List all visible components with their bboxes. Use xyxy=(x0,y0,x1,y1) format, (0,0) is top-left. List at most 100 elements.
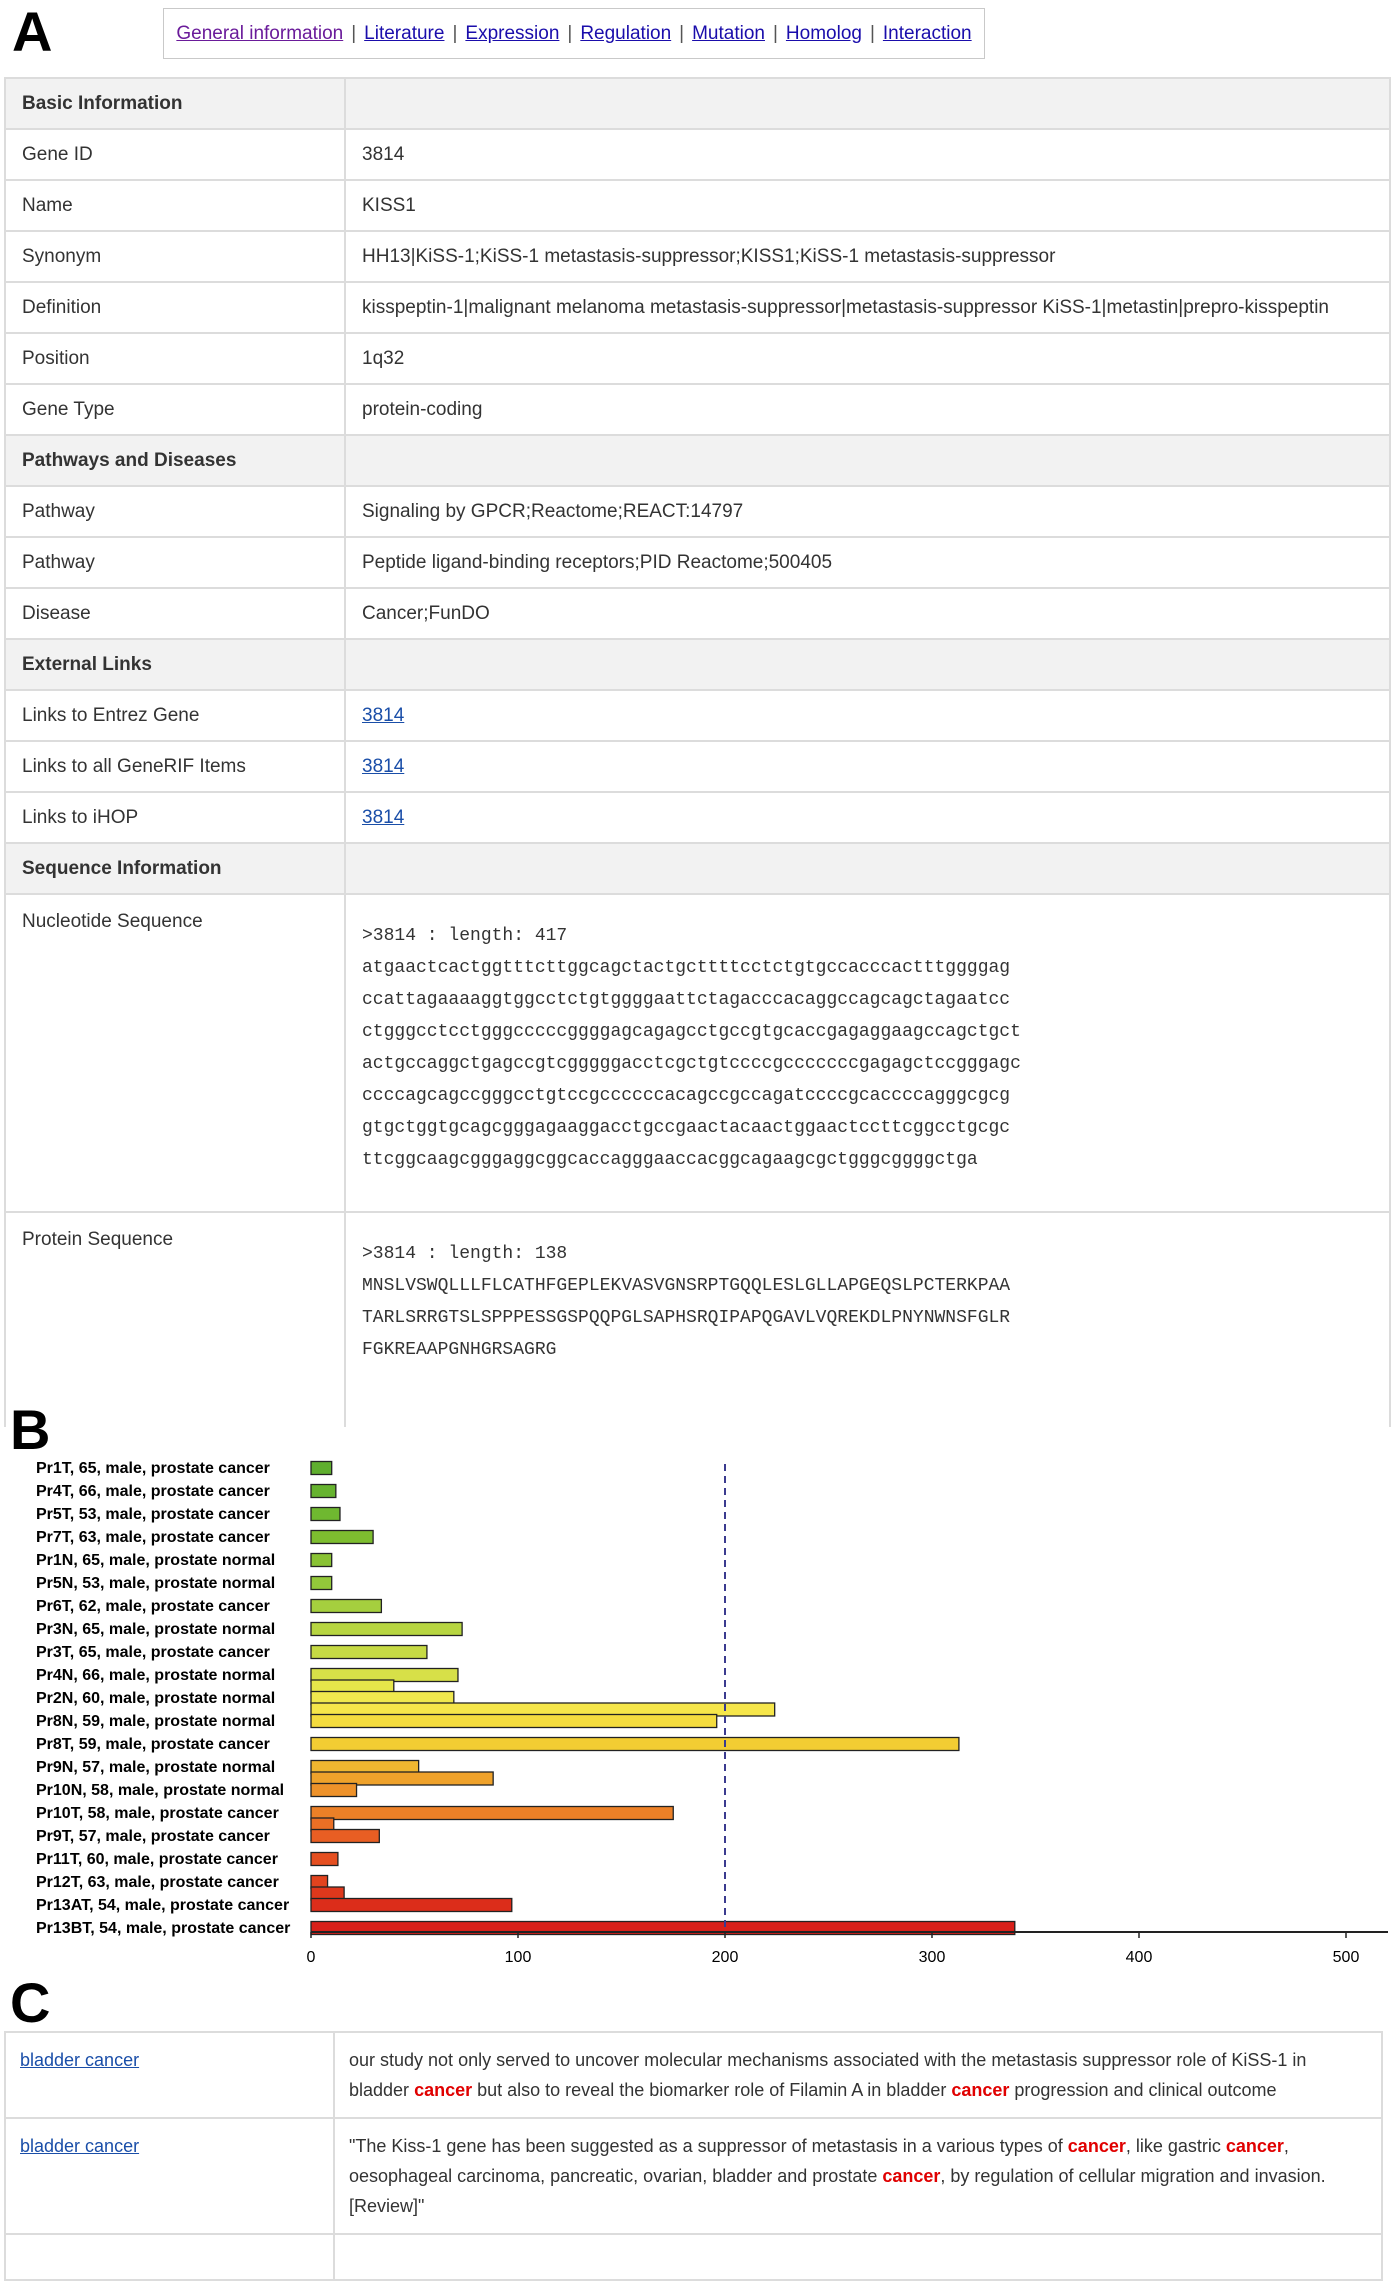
tab-separator: | xyxy=(351,22,357,44)
protein-sequence-line: MNSLVSWQLLLFLCATHFGEPLEKVASVGNSRPTGQQLES… xyxy=(362,1276,1011,1296)
bar xyxy=(310,1897,513,1913)
protein-sequence-line: FGKREAAPGNHGRSAGRG xyxy=(362,1340,557,1360)
section-header-basic: Basic Information xyxy=(4,77,1391,130)
row-label: Links to Entrez Gene xyxy=(4,689,346,742)
literature-sentence: our study not only served to uncover mol… xyxy=(333,2031,1383,2119)
nucleotide-sequence-line: gtgctggtgcagcgggagaaggacctgccgaactacaact… xyxy=(362,1118,1011,1138)
bar xyxy=(310,1644,428,1660)
bar xyxy=(310,1736,960,1752)
category-label: Pr7T, 63, male, prostate cancer xyxy=(36,1529,270,1546)
row-value: 1q32 xyxy=(344,332,1391,385)
category-label: Pr1T, 65, male, prostate cancer xyxy=(36,1460,270,1477)
row-value: protein-coding xyxy=(344,383,1391,436)
row-label: Nucleotide Sequence xyxy=(4,893,346,1213)
x-tick-label: 200 xyxy=(712,1949,739,1966)
category-label: Pr10N, 58, male, prostate normal xyxy=(36,1782,284,1799)
row-generif-link: Links to all GeneRIF Items 3814 xyxy=(4,740,1391,793)
row-disease: Disease Cancer;FunDO xyxy=(4,587,1391,640)
generif-link[interactable]: 3814 xyxy=(362,756,404,777)
row-label: Synonym xyxy=(4,230,346,283)
tab-homolog[interactable]: Homolog xyxy=(786,23,862,45)
category-label: Pr5T, 53, male, prostate cancer xyxy=(36,1506,270,1523)
tab-expression[interactable]: Expression xyxy=(465,23,559,45)
literature-row: bladder cancer "The Kiss-1 gene has been … xyxy=(4,2117,1383,2235)
protein-sequence-text: >3814 : length: 138 MNSLVSWQLLLFLCATHFGEP… xyxy=(362,1229,1373,1366)
bar xyxy=(310,1851,339,1867)
x-tick-label: 300 xyxy=(919,1949,946,1966)
tab-literature[interactable]: Literature xyxy=(364,23,444,45)
row-value: Signaling by GPCR;Reactome;REACT:14797 xyxy=(344,485,1391,538)
row-label: Position xyxy=(4,332,346,385)
disease-link[interactable]: bladder cancer xyxy=(20,2050,139,2070)
category-label: Pr12T, 63, male, prostate cancer xyxy=(36,1874,279,1891)
x-tick-label: 500 xyxy=(1333,1949,1360,1966)
bar xyxy=(310,1621,463,1637)
category-label: Pr6T, 62, male, prostate cancer xyxy=(36,1598,270,1615)
bar xyxy=(310,1483,337,1499)
tab-separator: | xyxy=(452,22,458,44)
category-label: Pr13BT, 54, male, prostate cancer xyxy=(36,1920,290,1937)
ihop-link[interactable]: 3814 xyxy=(362,807,404,828)
category-label: Pr13AT, 54, male, prostate cancer xyxy=(36,1897,289,1914)
disease-link[interactable]: bladder cancer xyxy=(20,2136,139,2156)
nucleotide-sequence-line: ccattagaaaaggtggcctctgtggggaattctagaccca… xyxy=(362,990,1011,1010)
row-value: kisspeptin-1|malignant melanoma metastas… xyxy=(344,281,1391,334)
row-label: Pathway xyxy=(4,536,346,589)
category-label: Pr11T, 60, male, prostate cancer xyxy=(36,1851,278,1868)
row-label: Links to iHOP xyxy=(4,791,346,844)
nucleotide-sequence-line: ccccagcagccgggcctgtccgccccccacagccgccaga… xyxy=(362,1086,1011,1106)
bar xyxy=(310,1529,374,1545)
bar xyxy=(310,1575,333,1591)
tab-separator: | xyxy=(679,22,685,44)
row-pathway-1: Pathway Signaling by GPCR;Reactome;REACT… xyxy=(4,485,1391,538)
bar xyxy=(310,1828,380,1844)
bar xyxy=(310,1805,674,1821)
tab-separator: | xyxy=(567,22,573,44)
category-label: Pr10T, 58, male, prostate cancer xyxy=(36,1805,279,1822)
highlighted-term: cancer xyxy=(951,2080,1010,2100)
nucleotide-sequence-line: atgaactcactggtttcttggcagctactgcttttcctct… xyxy=(362,958,1011,978)
category-label: Pr4T, 66, male, prostate cancer xyxy=(36,1483,270,1500)
x-tick-label: 0 xyxy=(307,1949,316,1966)
tab-navigation-bar: General information | Literature | Expressio… xyxy=(163,8,985,59)
row-synonym: Synonym HH13|KiSS-1;KiSS-1 metastasis-su… xyxy=(4,230,1391,283)
section-header-sequence: Sequence Information xyxy=(4,842,1391,895)
category-label: Pr8N, 59, male, prostate normal xyxy=(36,1713,275,1730)
bar xyxy=(310,1782,358,1798)
category-label: Pr9N, 57, male, prostate normal xyxy=(36,1759,275,1776)
tab-regulation[interactable]: Regulation xyxy=(580,23,671,45)
row-gene-type: Gene Type protein-coding xyxy=(4,383,1391,436)
sentence-text: but also to reveal the biomarker role of… xyxy=(472,2080,952,2100)
tab-mutation[interactable]: Mutation xyxy=(692,23,765,45)
nucleotide-sequence-line: ctgggcctcctgggcccccggggagcagagcctgccgtgc… xyxy=(362,1022,1021,1042)
row-value: HH13|KiSS-1;KiSS-1 metastasis-suppressor… xyxy=(344,230,1391,283)
category-label: Pr8T, 59, male, prostate cancer xyxy=(36,1736,270,1753)
row-label: Pathway xyxy=(4,485,346,538)
highlighted-term: cancer xyxy=(414,2080,473,2100)
tab-interaction[interactable]: Interaction xyxy=(883,23,972,45)
sentence-text: progression and clinical outcome xyxy=(1009,2080,1277,2100)
nucleotide-sequence-line: >3814 : length: 417 xyxy=(362,926,568,946)
row-ihop-link: Links to iHOP 3814 xyxy=(4,791,1391,844)
row-label: Disease xyxy=(4,587,346,640)
category-label: Pr3T, 65, male, prostate cancer xyxy=(36,1644,270,1661)
row-label: Definition xyxy=(4,281,346,334)
highlighted-term: cancer xyxy=(1067,2136,1126,2156)
tab-general-information[interactable]: General information xyxy=(176,23,343,45)
panel-letter-c: C xyxy=(10,1971,51,2034)
section-header-pathways: Pathways and Diseases xyxy=(4,434,1391,487)
entrez-gene-link[interactable]: 3814 xyxy=(362,705,404,726)
category-label: Pr2N, 60, male, prostate normal xyxy=(36,1690,275,1707)
row-label: Protein Sequence xyxy=(4,1211,346,1427)
bar xyxy=(310,1552,333,1568)
protein-sequence-line: TARLSRRGTSLSPPPESSGSPQQPGLSAPHSRQIPAPQGA… xyxy=(362,1308,1011,1328)
gene-info-table: Basic Information Gene ID 3814 Name KISS… xyxy=(4,77,1391,1427)
nucleotide-sequence-line: ttcggcaagcgggaggcggcaccagggaaccacggcagaa… xyxy=(362,1150,978,1170)
bar xyxy=(310,1713,718,1729)
row-gene-id: Gene ID 3814 xyxy=(4,128,1391,181)
bar xyxy=(310,1460,333,1476)
row-value: Peptide ligand-binding receptors;PID Rea… xyxy=(344,536,1391,589)
row-entrez-link: Links to Entrez Gene 3814 xyxy=(4,689,1391,742)
sentence-text: "The Kiss-1 gene has been suggested as a… xyxy=(349,2136,1068,2156)
category-label: Pr1N, 65, male, prostate normal xyxy=(36,1552,275,1569)
